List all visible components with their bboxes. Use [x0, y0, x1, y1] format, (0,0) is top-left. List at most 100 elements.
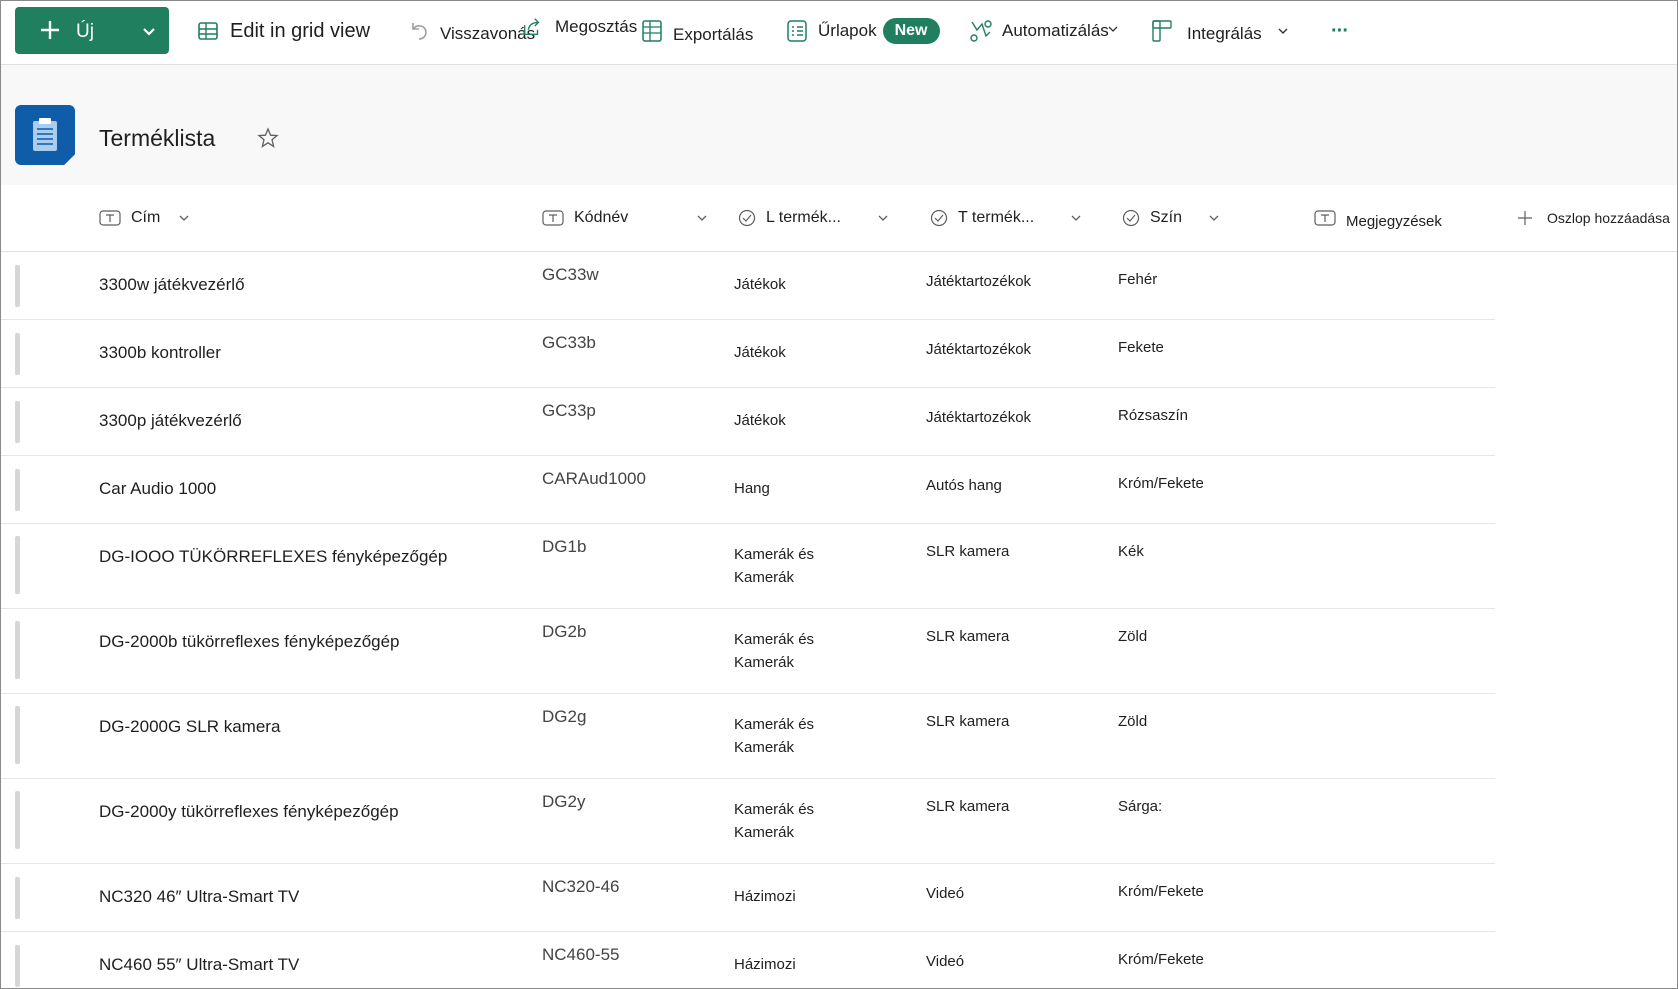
table-row[interactable]: 3300p játékvezérlő GC33p Játékok Játéktarto… [1, 387, 1495, 456]
cell-color: Fekete [1118, 339, 1164, 356]
new-button-label: Új [76, 21, 94, 42]
text-column-icon [99, 210, 121, 226]
cell-title[interactable]: DG-IOOO TÜKÖRREFLEXES fényképezőgép [99, 547, 447, 567]
undo-button[interactable]: Visszavonás [406, 11, 535, 51]
cell-title[interactable]: NC320 46″ Ultra-Smart TV [99, 887, 299, 907]
new-badge: New [882, 18, 940, 44]
integrate-button[interactable]: Integrálás [1151, 11, 1290, 51]
table-row[interactable]: DG-IOOO TÜKÖRREFLEXES fényképezőgép DG1b K… [1, 523, 1495, 609]
cell-title[interactable]: DG-2000G SLR kamera [99, 717, 280, 737]
cell-title[interactable]: 3300p játékvezérlő [99, 411, 242, 431]
more-button[interactable]: ··· [1331, 11, 1349, 51]
column-header-code[interactable]: Kódnév [542, 203, 708, 233]
chevron-down-icon [697, 215, 707, 221]
row-selection-bar[interactable] [15, 536, 20, 594]
table-row[interactable]: DG-2000y tükörreflexes fényképezőgép DG2y… [1, 778, 1495, 864]
cell-color: Rózsaszín [1118, 407, 1189, 424]
cell-color: Kék [1118, 543, 1144, 560]
row-selection-bar[interactable] [15, 791, 20, 849]
add-column-button[interactable]: Oszlop hozzáadása [1517, 203, 1670, 233]
choice-column-icon [738, 209, 756, 227]
column-header-title[interactable]: Cím [99, 203, 190, 233]
cell-color: Króm/Fekete [1118, 883, 1204, 900]
column-header-label: Cím [131, 209, 161, 226]
star-icon[interactable] [256, 126, 280, 150]
column-header-color[interactable]: Szín [1122, 203, 1220, 233]
column-header-label: L termék... [766, 209, 841, 226]
cell-code: DG1b [542, 537, 587, 556]
add-column-label: Oszlop hozzáadása [1547, 210, 1670, 226]
edit-grid-label: Edit in grid view [230, 19, 371, 42]
cell-t-product: SLR kamera [926, 543, 1010, 560]
export-label: Exportálás [673, 25, 754, 44]
cell-t-product: Videó [926, 953, 965, 970]
row-selection-bar[interactable] [15, 621, 20, 679]
cell-title[interactable]: DG-2000y tükörreflexes fényképezőgép [99, 802, 399, 822]
share-button[interactable]: Megosztás [521, 7, 637, 47]
table-row[interactable]: DG-2000b tükörreflexes fényképezőgép DG2b… [1, 608, 1495, 694]
cell-t-product: Játéktartozékok [926, 341, 1032, 358]
row-selection-bar[interactable] [15, 877, 20, 919]
undo-icon [412, 23, 427, 40]
table-row[interactable]: Car Audio 1000 CARAud1000 Hang Autós hang Kr… [1, 455, 1495, 524]
chevron-down-icon [1278, 28, 1288, 34]
share-label: Megosztás [555, 17, 638, 36]
column-header-label: Megjegyzések [1346, 212, 1442, 230]
list-icon [15, 105, 75, 165]
cell-title[interactable]: 3300b kontroller [99, 343, 221, 363]
chevron-down-icon [878, 215, 888, 221]
cell-l-product: Házimozi [734, 956, 796, 973]
more-icon: ··· [1331, 19, 1349, 42]
table-row[interactable]: 3300b kontroller GC33b Játékok Játéktartozé… [1, 319, 1495, 388]
cell-t-product: Játéktartozékok [926, 409, 1032, 426]
cell-color: Zöld [1118, 713, 1148, 730]
forms-button[interactable]: Űrlapok New [786, 11, 940, 51]
cell-title[interactable]: 3300w játékvezérlő [99, 275, 245, 295]
table-row[interactable]: NC320 46″ Ultra-Smart TV NC320-46 Házimozi… [1, 863, 1495, 932]
cell-color: Sárga: [1118, 798, 1163, 815]
cell-code: GC33p [542, 401, 596, 420]
table-row[interactable]: NC460 55″ Ultra-Smart TV NC460-55 Házimozi… [1, 931, 1495, 988]
cell-color: Króm/Fekete [1118, 475, 1204, 492]
cell-title[interactable]: DG-2000b tükörreflexes fényképezőgép [99, 632, 400, 652]
row-selection-bar[interactable] [15, 945, 20, 987]
cell-code: DG2b [542, 622, 587, 641]
new-button[interactable]: Új [15, 7, 169, 54]
edit-grid-button[interactable]: Edit in grid view [196, 11, 370, 51]
column-header-l-product[interactable]: L termék... [738, 203, 889, 233]
row-selection-bar[interactable] [15, 706, 20, 764]
cell-code: GC33b [542, 333, 596, 352]
export-button[interactable]: Exportálás [641, 11, 753, 51]
grid-icon [198, 22, 218, 40]
plus-icon [1518, 211, 1532, 225]
integrate-label: Integrálás [1187, 24, 1262, 43]
column-header-label: Szín [1150, 209, 1183, 226]
cell-code: DG2y [542, 792, 586, 811]
cell-t-product: SLR kamera [926, 798, 1010, 815]
cell-code: GC33w [542, 265, 599, 284]
cell-title[interactable]: NC460 55″ Ultra-Smart TV [99, 955, 299, 975]
chevron-down-icon [1209, 215, 1219, 221]
row-selection-bar[interactable] [15, 469, 20, 511]
column-header-label: T termék... [958, 209, 1035, 226]
row-selection-bar[interactable] [15, 265, 20, 307]
cell-color: Fehér [1118, 271, 1158, 288]
table-row[interactable]: DG-2000G SLR kamera DG2g Kamerák és Kamerá… [1, 693, 1495, 779]
text-column-icon [542, 210, 564, 226]
chevron-down-icon [179, 215, 189, 221]
cell-l-product: Kamerák és Kamerák [734, 631, 815, 671]
automate-button[interactable]: Automatizálás [968, 11, 1119, 51]
text-column-icon [1314, 210, 1336, 226]
table-row[interactable]: 3300w játékvezérlő GC33w Játékok Játéktarto… [1, 251, 1495, 320]
cell-code: NC320-46 [542, 877, 620, 896]
column-header-notes[interactable]: Megjegyzések [1314, 203, 1442, 233]
clipboard-icon [33, 118, 57, 151]
chevron-down-icon[interactable] [136, 21, 162, 43]
cell-color: Króm/Fekete [1118, 951, 1204, 968]
cell-t-product: Játéktartozékok [926, 273, 1032, 290]
row-selection-bar[interactable] [15, 401, 20, 443]
column-header-t-product[interactable]: T termék... [930, 203, 1082, 233]
cell-l-product: Házimozi [734, 888, 796, 905]
row-selection-bar[interactable] [15, 333, 20, 375]
cell-title[interactable]: Car Audio 1000 [99, 479, 216, 499]
